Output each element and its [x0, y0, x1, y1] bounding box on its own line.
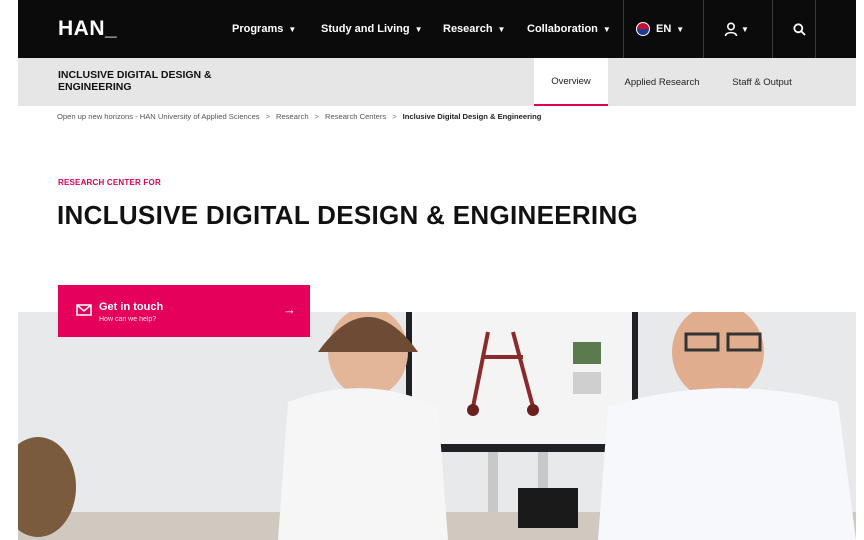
get-in-touch-button[interactable]: Get in touch How can we help? → [58, 285, 310, 337]
nav-study-and-living[interactable]: Study and Living ▼ [321, 0, 423, 58]
breadcrumb-research[interactable]: Research [276, 112, 309, 121]
nav-research[interactable]: Research ▼ [443, 0, 505, 58]
nav-programs[interactable]: Programs ▼ [232, 0, 296, 58]
tab-applied-research[interactable]: Applied Research [616, 58, 708, 106]
nav-divider [623, 0, 624, 58]
hero-eyebrow: RESEARCH CENTER FOR [58, 178, 161, 187]
arrow-right-icon: → [283, 302, 296, 317]
hero-photo-illustration [18, 312, 856, 540]
nav-divider [815, 0, 816, 58]
breadcrumb-home[interactable]: Open up new horizons - HAN University of… [57, 112, 260, 121]
tab-applied-research-label: Applied Research [624, 76, 700, 88]
nav-collaboration[interactable]: Collaboration ▼ [527, 0, 611, 58]
nav-divider [772, 0, 773, 58]
mail-icon [76, 304, 92, 316]
search-button[interactable] [793, 0, 806, 58]
nav-study-label: Study and Living [321, 23, 410, 35]
user-icon [724, 21, 738, 36]
account-menu[interactable]: ▼ [724, 0, 749, 58]
tab-overview-label: Overview [551, 75, 591, 87]
chevron-down-icon: ▼ [676, 24, 685, 34]
top-navigation-bar: HAN_ Programs ▼ Study and Living ▼ Resea… [18, 0, 856, 58]
nav-divider [703, 0, 704, 58]
nav-research-label: Research [443, 23, 493, 35]
language-label: EN [656, 23, 672, 35]
chevron-down-icon: ▼ [602, 24, 611, 34]
chevron-down-icon: ▼ [288, 24, 297, 34]
breadcrumb: Open up new horizons - HAN University of… [57, 112, 542, 121]
tab-overview[interactable]: Overview [534, 58, 608, 106]
tab-staff-output-label: Staff & Output [732, 76, 792, 88]
nav-programs-label: Programs [232, 23, 284, 35]
han-logo[interactable]: HAN_ [58, 17, 117, 41]
page-title: INCLUSIVE DIGITAL DESIGN & ENGINEERING [57, 200, 639, 230]
language-switcher[interactable]: EN ▼ [636, 0, 684, 58]
flag-icon [636, 22, 650, 36]
breadcrumb-current: Inclusive Digital Design & Engineering [402, 112, 542, 121]
search-icon [793, 22, 806, 36]
tab-staff-output[interactable]: Staff & Output [722, 58, 802, 106]
nav-collaboration-label: Collaboration [527, 23, 598, 35]
hero-photo [18, 312, 856, 540]
breadcrumb-research-centers[interactable]: Research Centers [325, 112, 386, 121]
section-navigation-bar: INCLUSIVE DIGITAL DESIGN & ENGINEERING O… [18, 58, 856, 106]
chevron-down-icon: ▼ [741, 24, 749, 34]
cta-title: Get in touch [99, 301, 164, 313]
chevron-down-icon: ▼ [497, 24, 506, 34]
cta-subtitle: How can we help? [99, 316, 157, 323]
chevron-down-icon: ▼ [414, 24, 423, 34]
section-title[interactable]: INCLUSIVE DIGITAL DESIGN & ENGINEERING [58, 69, 258, 93]
